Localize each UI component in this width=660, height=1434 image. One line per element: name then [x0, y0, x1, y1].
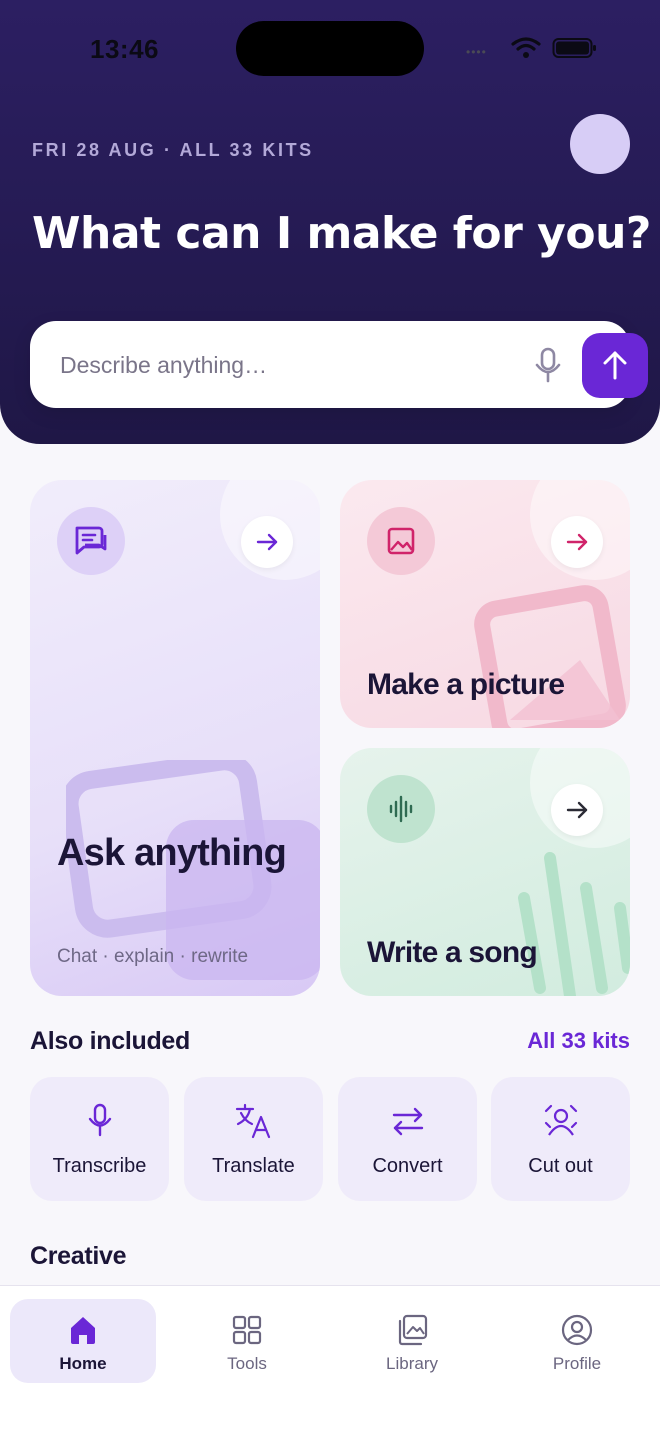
- nav-label: Home: [59, 1354, 107, 1373]
- status-time: 13:46: [90, 34, 159, 64]
- image-icon: [387, 527, 415, 555]
- translate-icon: [235, 1103, 270, 1139]
- chat-icon: [75, 526, 107, 555]
- tile-translate[interactable]: Translate: [184, 1077, 323, 1201]
- hero-header: 13:46 •••• FRI 28 AUG · ALL 33 KITS What…: [0, 0, 660, 444]
- arrow-up-icon: [603, 351, 627, 380]
- search-bar: [30, 321, 648, 408]
- creative-heading: Creative: [30, 1242, 127, 1270]
- nav-home[interactable]: Home: [10, 1299, 156, 1383]
- make-picture-card[interactable]: Make a picture: [340, 480, 630, 728]
- also-included-heading: Also included: [30, 1027, 191, 1055]
- home-icon: [71, 1317, 95, 1344]
- tile-convert[interactable]: Convert: [338, 1077, 477, 1201]
- mic-icon: [88, 1103, 111, 1137]
- nav-profile[interactable]: Profile: [504, 1299, 650, 1383]
- nav-label: Tools: [227, 1354, 267, 1373]
- dynamic-island: [236, 21, 424, 76]
- waveform-icon-badge: [367, 775, 435, 843]
- page-title: What can I make for you?: [32, 208, 651, 259]
- date-kits-meta: FRI 28 AUG · ALL 33 KITS: [32, 140, 314, 160]
- status-bar: 13:46 ••••: [0, 0, 660, 100]
- arrow-right-icon: [566, 801, 588, 819]
- arrow-right-icon: [566, 533, 588, 551]
- profile-icon: [561, 1314, 593, 1346]
- status-icons: ••••: [466, 36, 602, 60]
- nav-tools[interactable]: Tools: [174, 1299, 320, 1383]
- write-song-card[interactable]: Write a song: [340, 748, 630, 996]
- picture-illustration: [474, 585, 626, 728]
- ask-anything-card[interactable]: Ask anything Chat · explain · rewrite: [30, 480, 320, 996]
- ask-title: Ask anything: [57, 832, 287, 874]
- nav-label: Profile: [552, 1354, 602, 1373]
- picture-title: Make a picture: [367, 668, 565, 701]
- ask-open-button[interactable]: [241, 516, 293, 568]
- avatar[interactable]: [570, 114, 630, 174]
- signal-icon: ••••: [466, 45, 487, 59]
- song-title: Write a song: [367, 936, 538, 969]
- arrow-right-icon: [256, 533, 278, 551]
- image-icon-badge: [367, 507, 435, 575]
- bottom-nav: Home Tools Library Profile: [0, 1285, 660, 1434]
- tile-label: Translate: [212, 1155, 295, 1177]
- battery-icon: [552, 38, 596, 58]
- chat-icon-badge: [57, 507, 125, 575]
- song-open-button[interactable]: [551, 784, 603, 836]
- cutout-icon: [544, 1104, 577, 1136]
- picture-open-button[interactable]: [551, 516, 603, 568]
- tile-label: Transcribe: [52, 1155, 147, 1177]
- waveform-illustration: [518, 852, 630, 996]
- wifi-icon: [511, 37, 541, 58]
- tile-label: Convert: [372, 1155, 443, 1177]
- swap-icon: [392, 1107, 423, 1136]
- waveform-icon: [389, 795, 413, 823]
- nav-label: Library: [386, 1354, 438, 1373]
- nav-library[interactable]: Library: [339, 1299, 485, 1383]
- all-kits-link[interactable]: All 33 kits: [527, 1028, 630, 1054]
- tile-label: Cut out: [528, 1155, 593, 1177]
- send-button[interactable]: [582, 333, 648, 398]
- ask-subtitle: Chat · explain · rewrite: [57, 946, 249, 967]
- library-icon: [398, 1314, 428, 1346]
- search-input[interactable]: [60, 345, 480, 385]
- mic-icon[interactable]: [530, 345, 566, 385]
- tile-cut-out[interactable]: Cut out: [491, 1077, 630, 1201]
- grid-icon: [232, 1315, 262, 1345]
- tile-transcribe[interactable]: Transcribe: [30, 1077, 169, 1201]
